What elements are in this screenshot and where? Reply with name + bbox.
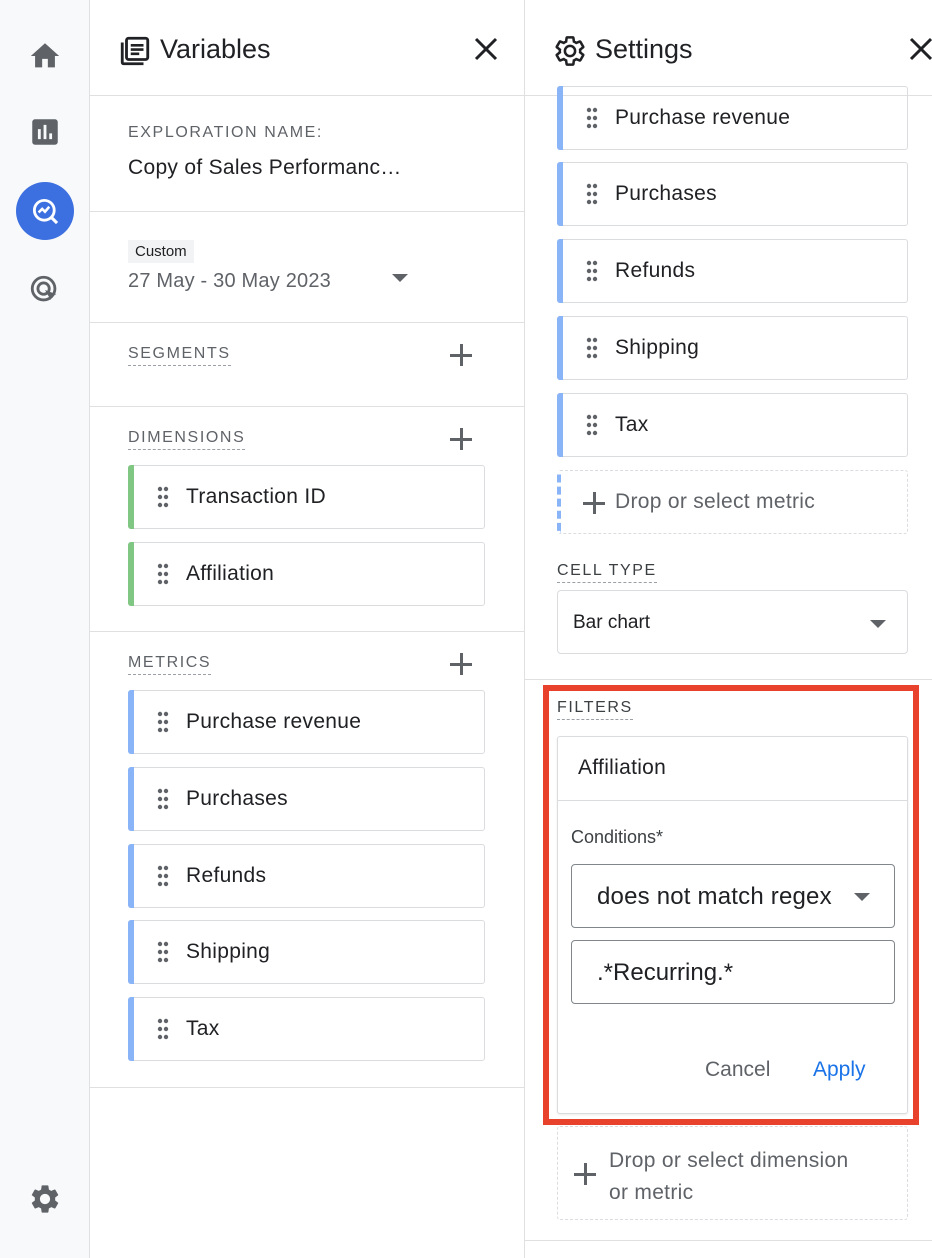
drag-handle-icon[interactable] [586, 107, 598, 129]
settings-title: Settings [595, 34, 693, 64]
drag-handle-icon[interactable] [586, 414, 598, 436]
cell-type-label: CELL TYPE [557, 562, 657, 583]
value-chip[interactable]: Purchases [557, 162, 908, 226]
metrics-label: METRICS [128, 654, 212, 675]
settings-header: Settings [525, 4, 932, 96]
close-icon[interactable] [471, 34, 501, 64]
metric-color-bar [557, 162, 563, 226]
date-range-value[interactable]: 27 May - 30 May 2023 [128, 270, 331, 293]
segments-label: SEGMENTS [128, 345, 231, 366]
bottom-divider [525, 1240, 932, 1241]
drag-handle-icon[interactable] [586, 260, 598, 282]
cell-type-select[interactable]: Bar chart [557, 590, 908, 654]
value-chip[interactable]: Shipping [557, 316, 908, 380]
plus-icon [572, 1161, 598, 1187]
explore-icon[interactable] [16, 182, 74, 240]
drag-handle-icon[interactable] [157, 865, 169, 887]
drag-handle-icon[interactable] [157, 563, 169, 585]
metric-chip[interactable]: Purchases [128, 767, 485, 831]
drag-handle-icon[interactable] [157, 1018, 169, 1040]
metric-color-bar [557, 393, 563, 457]
drop-filter-target[interactable]: Drop or select dimension or metric [557, 1126, 908, 1220]
dimension-label: Affiliation [186, 562, 275, 585]
variables-header: Variables [90, 4, 524, 96]
value-label: Purchases [615, 182, 717, 205]
dimension-color-bar [128, 542, 134, 606]
drop-filter-label: Drop or select dimension or metric [609, 1149, 849, 1204]
drag-handle-icon[interactable] [586, 183, 598, 205]
section-divider [525, 679, 932, 680]
value-label: Shipping [615, 336, 700, 359]
metrics-section: METRICS Purchase revenue Purchases Refun… [90, 632, 524, 1088]
metric-color-bar [557, 86, 563, 150]
segments-section: SEGMENTS [90, 323, 524, 407]
drag-handle-icon[interactable] [157, 711, 169, 733]
exploration-name-label: EXPLORATION NAME: [128, 124, 323, 141]
drag-handle-icon[interactable] [157, 788, 169, 810]
gear-icon[interactable] [16, 1170, 74, 1228]
metric-color-bar [128, 997, 134, 1061]
drop-metric-target[interactable]: Drop or select metric [557, 470, 908, 534]
value-label: Refunds [615, 259, 696, 282]
dimension-label: Transaction ID [186, 485, 326, 508]
exploration-name-section: EXPLORATION NAME: Copy of Sales Performa… [90, 96, 524, 212]
dimension-chip[interactable]: Transaction ID [128, 465, 485, 529]
dimensions-label: DIMENSIONS [128, 429, 246, 450]
chevron-down-icon [870, 620, 886, 628]
home-icon[interactable] [16, 27, 74, 85]
metric-chip[interactable]: Refunds [128, 844, 485, 908]
metric-label: Shipping [186, 940, 271, 963]
left-nav-rail [0, 0, 90, 1258]
metric-label: Purchases [186, 787, 288, 810]
value-chip[interactable]: Purchase revenue [557, 86, 908, 150]
date-badge: Custom [128, 240, 194, 263]
variables-panel: Variables EXPLORATION NAME: Copy of Sale… [90, 0, 525, 1258]
drag-handle-icon[interactable] [586, 337, 598, 359]
value-label: Purchase revenue [615, 106, 791, 129]
chevron-down-icon[interactable] [392, 274, 408, 282]
metric-chip[interactable]: Shipping [128, 920, 485, 984]
metric-color-bar [128, 920, 134, 984]
highlight-box [543, 685, 919, 1125]
dimension-chip[interactable]: Affiliation [128, 542, 485, 606]
drag-handle-icon[interactable] [157, 941, 169, 963]
close-icon[interactable] [906, 34, 932, 64]
metric-color-bar [128, 690, 134, 754]
metric-color-bar [557, 316, 563, 380]
metric-label: Tax [186, 1017, 220, 1040]
cell-type-value: Bar chart [573, 612, 651, 633]
add-metric-icon[interactable] [448, 651, 474, 677]
dimension-color-bar [128, 465, 134, 529]
value-chip[interactable]: Tax [557, 393, 908, 457]
add-segment-icon[interactable] [448, 342, 474, 368]
value-label: Tax [615, 413, 649, 436]
metric-chip[interactable]: Tax [128, 997, 485, 1061]
drop-metric-label: Drop or select metric [615, 490, 816, 513]
add-dimension-icon[interactable] [448, 426, 474, 452]
advertising-icon[interactable] [16, 261, 74, 319]
metric-color-bar [128, 844, 134, 908]
metric-color-bar [557, 239, 563, 303]
gear-icon [555, 36, 585, 66]
value-chip[interactable]: Refunds [557, 239, 908, 303]
metric-label: Purchase revenue [186, 710, 362, 733]
metric-color-bar [128, 767, 134, 831]
variables-title: Variables [160, 34, 271, 64]
date-range-section: Custom 27 May - 30 May 2023 [90, 212, 524, 323]
exploration-name-value[interactable]: Copy of Sales Performanc… [128, 156, 402, 180]
reports-icon[interactable] [16, 103, 74, 161]
drag-handle-icon[interactable] [157, 486, 169, 508]
plus-icon [581, 490, 607, 516]
metric-chip[interactable]: Purchase revenue [128, 690, 485, 754]
metric-label: Refunds [186, 864, 267, 887]
dimensions-section: DIMENSIONS Transaction ID Affiliation [90, 407, 524, 632]
variables-list-icon [120, 36, 150, 66]
